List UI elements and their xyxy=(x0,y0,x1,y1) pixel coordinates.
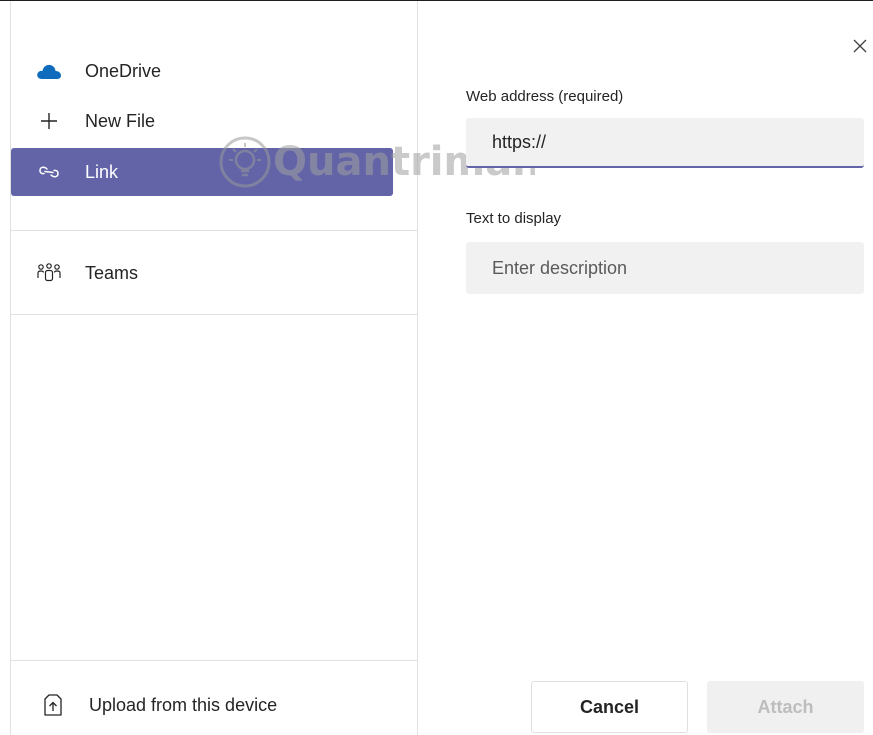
divider xyxy=(11,230,418,231)
close-icon xyxy=(853,39,867,53)
plus-icon xyxy=(35,107,63,135)
nav-item-link[interactable]: Link xyxy=(11,148,393,196)
teams-icon xyxy=(35,259,63,287)
upload-from-device-button[interactable]: Upload from this device xyxy=(11,681,418,729)
display-text-input[interactable] xyxy=(466,242,864,294)
attach-button[interactable]: Attach xyxy=(707,681,864,733)
nav-item-label: Link xyxy=(85,161,119,182)
source-nav-panel: OneDrive New File Link Teams Upload from… xyxy=(10,1,418,735)
divider xyxy=(11,660,418,661)
onedrive-cloud-icon xyxy=(35,57,63,85)
attach-link-dialog: OneDrive New File Link Teams Upload from… xyxy=(0,0,873,735)
nav-item-new-file[interactable]: New File xyxy=(11,97,393,145)
web-address-input[interactable] xyxy=(466,118,864,168)
link-icon xyxy=(35,158,63,186)
nav-item-label: New File xyxy=(85,110,156,131)
close-button[interactable] xyxy=(849,35,871,57)
divider xyxy=(11,314,418,315)
upload-label: Upload from this device xyxy=(89,694,278,715)
web-address-label: Web address (required) xyxy=(466,88,624,105)
cancel-button[interactable]: Cancel xyxy=(531,681,688,733)
upload-file-icon xyxy=(39,691,67,719)
nav-item-label: Teams xyxy=(85,262,139,283)
display-text-label: Text to display xyxy=(466,210,562,227)
nav-item-label: OneDrive xyxy=(85,60,162,81)
nav-item-onedrive[interactable]: OneDrive xyxy=(11,47,393,95)
nav-item-teams[interactable]: Teams xyxy=(11,249,393,297)
